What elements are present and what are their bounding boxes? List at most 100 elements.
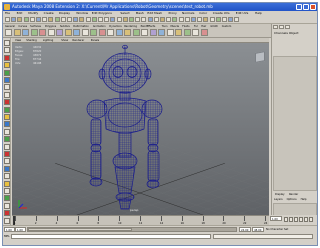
status-tool-icon[interactable] [54, 17, 60, 22]
go-to-end-icon[interactable] [309, 217, 313, 222]
layer-menu-options[interactable]: Options [287, 198, 297, 201]
status-tool-icon[interactable] [153, 17, 159, 22]
shelf-tab-hair[interactable]: Hair [201, 25, 206, 28]
shelf-tool-icon[interactable] [73, 29, 80, 36]
status-tool-icon[interactable] [5, 17, 10, 22]
shelf-tab-fluids[interactable]: Fluids [182, 25, 189, 28]
shelf-tab-animation[interactable]: Animation [93, 25, 106, 28]
status-tool-icon[interactable] [135, 17, 141, 22]
toolbox-icon[interactable] [4, 165, 10, 172]
status-tool-icon[interactable] [67, 17, 72, 22]
toolbox-icon[interactable] [4, 136, 10, 143]
status-tool-icon[interactable] [178, 17, 184, 22]
status-tool-icon[interactable] [191, 17, 196, 22]
shelf-tab-general[interactable]: General [5, 25, 15, 28]
status-tool-icon[interactable] [79, 17, 85, 22]
status-tool-icon[interactable] [36, 17, 41, 22]
viewport-persp[interactable]: Verts: 44032 Edges: 87820 Faces: 43872 Tris: 87… [12, 43, 269, 215]
shelf-tab-rendering[interactable]: Rendering [124, 25, 137, 28]
play-backward-icon[interactable] [294, 217, 298, 222]
shelf-tool-icon[interactable] [5, 29, 12, 36]
shelf-tool-icon[interactable] [183, 29, 191, 36]
status-tool-icon[interactable] [48, 17, 54, 22]
status-tool-icon[interactable] [197, 17, 203, 22]
toolbox-icon[interactable] [4, 210, 10, 217]
status-tool-icon[interactable] [73, 17, 79, 22]
shelf-tab-polygons[interactable]: Polygons [45, 25, 56, 28]
status-tool-icon[interactable] [166, 17, 172, 22]
shelf-tool-icon[interactable] [90, 29, 97, 36]
shelf-tab-toon[interactable]: Toon [162, 25, 168, 28]
toolbox-icon[interactable] [4, 54, 10, 61]
shelf-tab-muscle[interactable]: Muscle [170, 25, 179, 28]
attribute-editor-toggle-icon[interactable] [279, 25, 284, 29]
channel-list[interactable] [273, 56, 317, 191]
step-forward-icon[interactable] [304, 217, 308, 222]
status-tool-icon[interactable] [110, 17, 116, 22]
status-tool-icon[interactable] [160, 17, 165, 22]
toolbox-icon[interactable] [4, 114, 10, 120]
status-tool-icon[interactable] [91, 17, 97, 22]
toolbox-icon[interactable] [4, 47, 10, 54]
toolbox-icon[interactable] [4, 121, 10, 128]
shelf-tab-painteffects[interactable]: PaintEffects [141, 25, 156, 28]
playback-start-field[interactable]: 1.00 [15, 227, 26, 232]
toolbox-icon[interactable] [4, 106, 10, 113]
status-tool-icon[interactable] [129, 17, 134, 22]
shelf-tab-deformation[interactable]: Deformation [73, 25, 89, 28]
shelf-tool-icon[interactable] [158, 29, 165, 36]
shelf-tool-icon[interactable] [166, 29, 174, 36]
layer-tab-display[interactable]: Display [275, 192, 285, 197]
status-tool-icon[interactable] [29, 17, 35, 22]
toolbox-icon[interactable] [4, 173, 10, 180]
shelf-tab-dynamics[interactable]: Dynamics [109, 25, 121, 28]
play-forward-icon[interactable] [299, 217, 303, 222]
playback-end-field[interactable]: 24.00 [239, 227, 251, 232]
layer-menu-help[interactable]: Help [301, 198, 307, 201]
shelf-tool-icon[interactable] [64, 29, 72, 36]
shelf-tool-icon[interactable] [149, 29, 157, 36]
toolbox-icon[interactable] [4, 62, 10, 69]
shelf-tool-icon[interactable] [115, 29, 123, 36]
status-tool-icon[interactable] [147, 17, 153, 22]
shelf-tool-icon[interactable] [47, 29, 55, 36]
status-tool-icon[interactable] [141, 17, 147, 22]
close-button[interactable] [310, 4, 316, 10]
shelf-tool-icon[interactable] [13, 29, 21, 36]
shelf-tab-subdivs[interactable]: Subdivs [60, 25, 70, 28]
shelf-tool-icon[interactable] [39, 29, 46, 36]
toolbox-icon[interactable] [4, 188, 10, 194]
shelf-tool-icon[interactable] [81, 29, 89, 36]
maximize-button[interactable] [303, 4, 309, 10]
status-tool-icon[interactable] [60, 17, 66, 22]
toolbox-icon[interactable] [4, 158, 10, 165]
toolbox-icon[interactable] [4, 99, 10, 106]
status-tool-icon[interactable] [184, 17, 190, 22]
channel-box-toggle-icon[interactable] [273, 25, 278, 29]
toolbox-icon[interactable] [4, 84, 10, 91]
toolbox-icon[interactable] [4, 151, 10, 157]
shelf-tool-icon[interactable] [107, 29, 114, 36]
status-tool-icon[interactable] [228, 17, 234, 22]
toolbox-icon[interactable] [4, 91, 10, 98]
step-back-icon[interactable] [289, 217, 293, 222]
status-tool-icon[interactable] [23, 17, 29, 22]
shelf-tool-icon[interactable] [175, 29, 182, 36]
shelf-tool-icon[interactable] [200, 29, 208, 36]
shelf-tool-icon[interactable] [192, 29, 199, 36]
toolbox-icon[interactable] [4, 202, 10, 209]
robot-wireframe[interactable] [12, 43, 269, 215]
toolbox-icon[interactable] [4, 143, 10, 150]
shelf-tab-surfaces[interactable]: Surfaces [30, 25, 41, 28]
status-tool-icon[interactable] [203, 17, 209, 22]
toolbox-icon[interactable] [4, 217, 10, 224]
shelf-tab-ncloth[interactable]: nCloth [210, 25, 218, 28]
status-tool-icon[interactable] [234, 17, 240, 22]
status-tool-icon[interactable] [215, 17, 221, 22]
minimize-button[interactable] [296, 4, 302, 10]
status-tool-icon[interactable] [17, 17, 23, 22]
go-to-start-icon[interactable] [284, 217, 288, 222]
character-set-menu[interactable]: No Character Set [266, 227, 288, 232]
status-tool-icon[interactable] [122, 17, 128, 22]
shelf-tab-fur[interactable]: Fur [194, 25, 198, 28]
